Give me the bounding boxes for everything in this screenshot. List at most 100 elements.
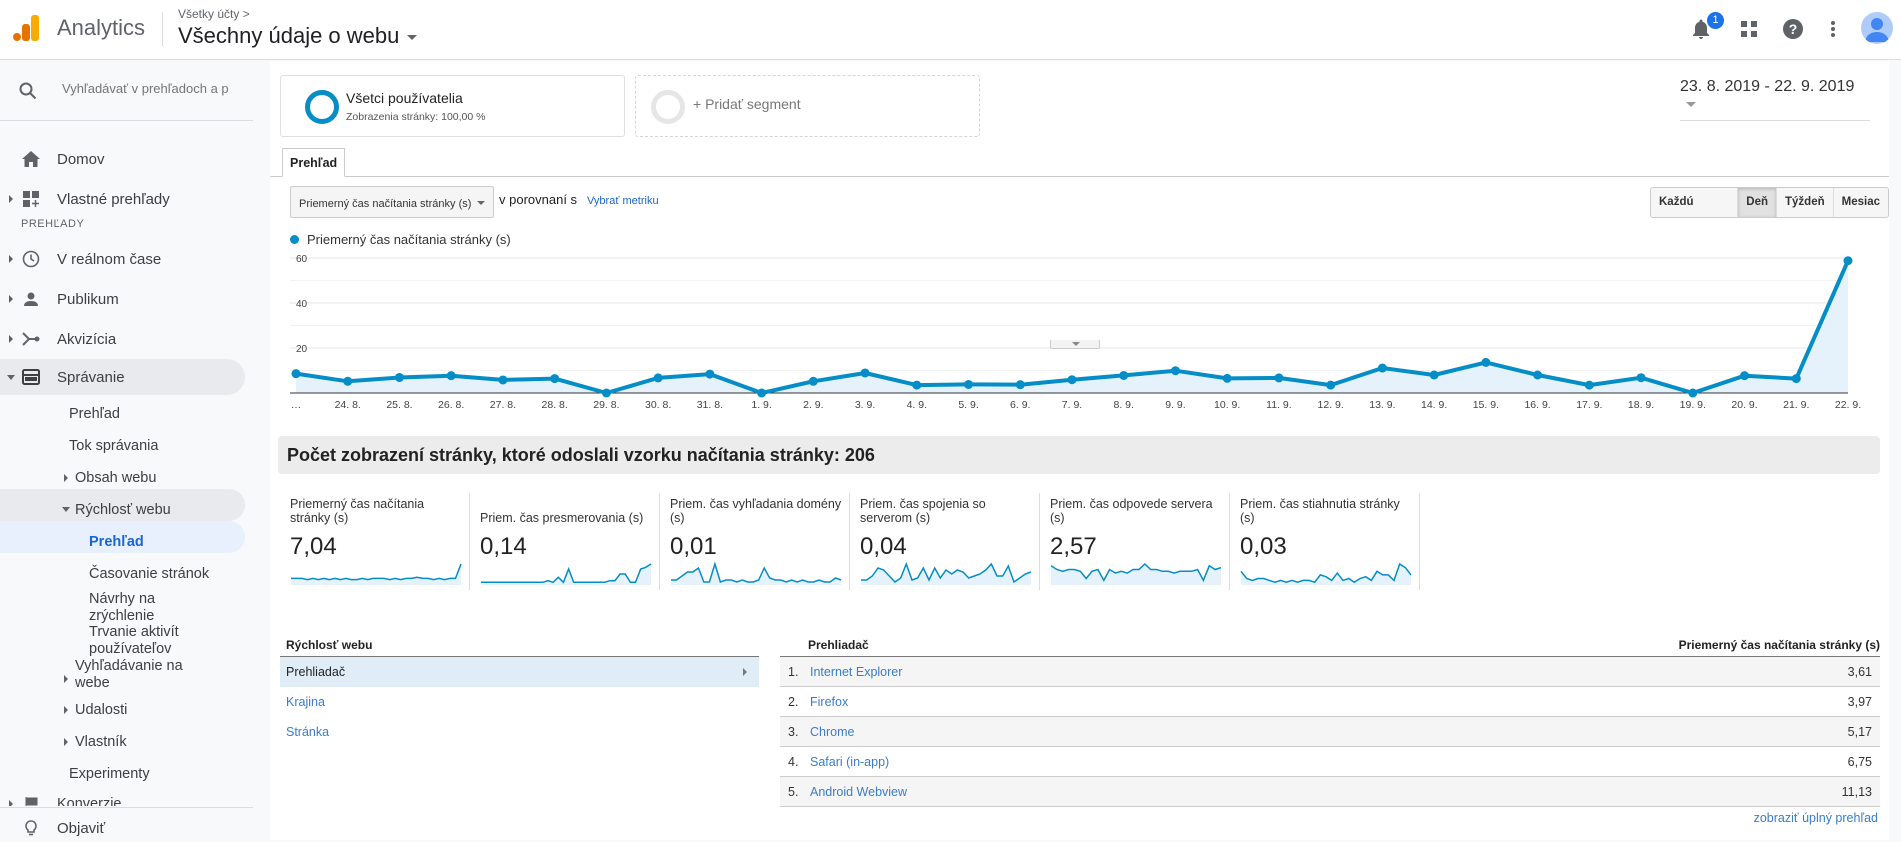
data-point	[550, 374, 560, 384]
account-avatar[interactable]	[1861, 12, 1893, 44]
help-button[interactable]: ?	[1780, 16, 1806, 42]
list-item-browser[interactable]: Prehliadač	[280, 657, 759, 687]
sidebar-item-custom-reports[interactable]: Vlastné prehľady	[0, 181, 245, 217]
scorecard[interactable]: Priem. čas odpovede servera (s) 2,57	[1050, 493, 1230, 590]
sidebar-item-site-search[interactable]: Vyhľadávanie na webe	[75, 658, 205, 692]
scorecard-label: Priemerný čas načítania stránky (s)	[290, 497, 425, 525]
scorecard[interactable]: Priem. čas spojenia so serverom (s) 0,04	[860, 493, 1040, 590]
x-tick-label: 9. 9.	[1165, 399, 1185, 411]
column-header-browser[interactable]: Prehliadač	[808, 638, 869, 652]
browser-link[interactable]: Internet Explorer	[810, 657, 902, 687]
y-tick-label: 60	[296, 254, 308, 265]
sidebar-item-experiments[interactable]: Experimenty	[69, 766, 150, 783]
sidebar-item-realtime[interactable]: V reálnom čase	[0, 241, 245, 277]
report-content: Všetci používatelia Zobrazenia stránky: …	[270, 61, 1889, 840]
scorecard[interactable]: Priem. čas vyhľadania domény (s) 0,01	[670, 493, 850, 590]
sidebar-item-label: Publikum	[57, 290, 119, 308]
sidebar-item-behavior-overview[interactable]: Prehľad	[69, 406, 120, 423]
list-item-page[interactable]: Stránka	[280, 717, 759, 747]
sparkline	[861, 561, 1032, 585]
sidebar-item-label: Konverzie	[57, 796, 122, 806]
expand-arrow-icon	[64, 738, 68, 746]
sidebar-item-page-timings[interactable]: Časovanie stránok	[89, 566, 209, 583]
lightbulb-icon	[21, 818, 41, 838]
x-tick-label: 19. 9.	[1680, 399, 1706, 411]
scorecard[interactable]: Priem. čas presmerovania (s) 0,14	[480, 493, 660, 590]
data-point	[291, 369, 301, 379]
browser-link[interactable]: Firefox	[810, 687, 848, 717]
data-point	[1326, 380, 1336, 390]
clock-icon	[21, 249, 41, 269]
row-index: 1.	[788, 665, 799, 679]
sidebar-item-publisher[interactable]: Vlastník	[75, 734, 127, 751]
data-point	[860, 368, 870, 378]
sidebar-item-site-speed-label: Rýchlosť webu	[75, 502, 171, 518]
behavior-icon	[21, 367, 41, 387]
header-divider	[162, 12, 163, 46]
browser-link[interactable]: Safari (in-app)	[810, 747, 889, 777]
x-tick-label: 20. 9.	[1731, 399, 1757, 411]
sidebar-item-user-timings[interactable]: Trvanie aktivít používateľov	[89, 624, 199, 658]
browser-link[interactable]: Android Webview	[810, 777, 907, 807]
column-header-load-time[interactable]: Priemerný čas načítania stránky (s)	[1679, 638, 1880, 652]
data-point	[1843, 256, 1853, 266]
scorecard-label: Priem. čas presmerovania (s)	[480, 511, 644, 525]
chevron-down-icon	[407, 34, 418, 40]
expand-arrow-icon	[9, 800, 13, 806]
notification-badge: 1	[1707, 12, 1724, 29]
data-point	[653, 373, 663, 383]
scorecard[interactable]: Priem. čas stiahnutia stránky (s) 0,03	[1240, 493, 1420, 590]
data-point	[964, 379, 974, 389]
scorecard-value: 0,03	[1240, 533, 1287, 560]
breadcrumb[interactable]: Všetky účty >	[178, 7, 250, 21]
data-point	[1015, 380, 1025, 390]
expand-arrow-icon	[64, 474, 68, 482]
y-tick-label: 40	[296, 299, 308, 310]
home-icon	[21, 149, 41, 169]
data-point	[1170, 366, 1180, 376]
sidebar-item-events[interactable]: Udalosti	[75, 702, 127, 719]
browser-link[interactable]: Chrome	[810, 717, 854, 747]
property-selector[interactable]: Všechny údaje o webu	[178, 23, 418, 49]
scorecard[interactable]: Priemerný čas načítania stránky (s) 7,04	[290, 493, 470, 590]
x-tick-label: …	[291, 399, 302, 411]
x-tick-label: 15. 9.	[1473, 399, 1499, 411]
sidebar-item-audience[interactable]: Publikum	[0, 281, 245, 317]
sidebar-item-site-content[interactable]: Obsah webu	[75, 470, 156, 487]
sidebar-item-behavior[interactable]: Správanie	[0, 359, 245, 395]
data-point	[1688, 388, 1698, 398]
x-tick-label: 4. 9.	[907, 399, 927, 411]
x-tick-label: 25. 8.	[386, 399, 412, 411]
table-row: 1. Internet Explorer 3,61	[780, 657, 1880, 687]
x-tick-label: 26. 8.	[438, 399, 464, 411]
report-search	[0, 61, 253, 121]
search-input[interactable]	[62, 81, 232, 96]
x-tick-label: 17. 9.	[1576, 399, 1602, 411]
full-report-link[interactable]: zobraziť úplný prehľad	[1754, 811, 1878, 825]
x-tick-label: 27. 8.	[490, 399, 516, 411]
sidebar-item-behavior-flow[interactable]: Tok správania	[69, 438, 158, 455]
sidebar-item-conversions[interactable]: Konverzie	[0, 794, 253, 806]
person-avatar-icon	[1865, 18, 1889, 42]
load-time-value: 11,13	[1841, 785, 1872, 799]
more-options-button[interactable]	[1820, 16, 1846, 42]
chart-collapse-handle[interactable]	[1050, 340, 1100, 349]
apps-button[interactable]	[1736, 16, 1762, 42]
sidebar-item-discover[interactable]: Objaviť	[0, 814, 245, 842]
data-point	[1377, 363, 1387, 373]
summary-heading: Počet zobrazení stránky, ktoré odoslali …	[278, 436, 1880, 474]
x-tick-label: 3. 9.	[855, 399, 875, 411]
sidebar-item-home[interactable]: Domov	[0, 141, 245, 177]
row-index: 3.	[788, 725, 799, 739]
data-point	[808, 376, 818, 386]
sidebar-item-label: Domov	[57, 150, 105, 168]
collapse-arrow-icon	[7, 374, 15, 380]
apps-grid-icon	[1741, 21, 1757, 37]
data-point	[1636, 373, 1646, 383]
list-item-country[interactable]: Krajina	[280, 687, 759, 717]
sidebar-item-speed-suggestions[interactable]: Návrhy na zrýchlenie	[89, 591, 189, 625]
row-index: 5.	[788, 785, 799, 799]
sidebar-item-acquisition[interactable]: Akvizícia	[0, 321, 245, 357]
table-row: 4. Safari (in-app) 6,75	[780, 747, 1880, 777]
table-row: 3. Chrome 5,17	[780, 717, 1880, 747]
